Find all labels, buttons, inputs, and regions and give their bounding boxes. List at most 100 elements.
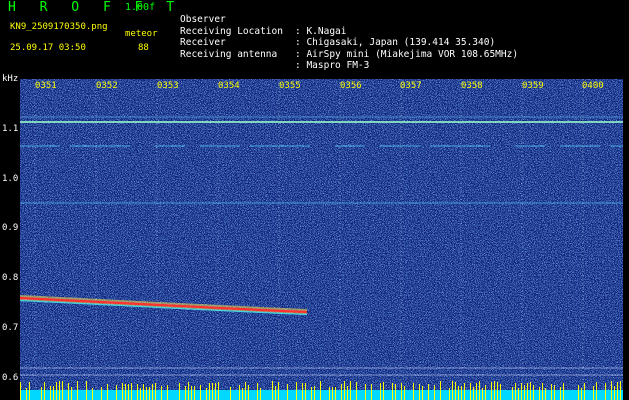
- y-tick-label: 0.6: [2, 373, 19, 383]
- bottom-tick: [551, 384, 552, 400]
- bottom-tick: [167, 385, 168, 400]
- bottom-tick: [53, 386, 54, 400]
- bottom-tick: [473, 387, 474, 400]
- datetime-label: 25.09.17 03:50: [10, 43, 86, 53]
- bottom-tick: [50, 386, 51, 400]
- bottom-tick: [185, 386, 186, 400]
- bottom-tick: [272, 381, 273, 400]
- bottom-tick: [200, 385, 201, 400]
- bottom-tick: [380, 383, 381, 400]
- spectrogram-canvas: [20, 79, 623, 400]
- bottom-tick: [107, 384, 108, 400]
- bottom-tick: [593, 386, 594, 400]
- bottom-tick: [515, 383, 516, 400]
- x-tick-label: 0356: [340, 81, 362, 91]
- bottom-tick: [122, 383, 123, 400]
- bottom-tick: [212, 383, 213, 400]
- bottom-tick: [191, 386, 192, 400]
- spectrogram: [20, 79, 623, 400]
- y-tick-label: 0.7: [2, 323, 19, 333]
- bottom-tick: [215, 383, 216, 400]
- bottom-tick: [152, 384, 153, 400]
- bottom-tick: [560, 387, 561, 400]
- header-panel: H R O F F T 1.00f KN9_2509170350.png met…: [0, 0, 629, 76]
- bottom-tick: [41, 387, 42, 400]
- bottom-tick: [491, 382, 492, 400]
- bottom-tick: [422, 386, 423, 400]
- x-tick-label: 0357: [400, 81, 422, 91]
- bottom-tick: [518, 388, 519, 400]
- bottom-tick: [500, 384, 501, 400]
- bottom-tick: [530, 382, 531, 400]
- bottom-tick: [56, 382, 57, 400]
- bottom-tick: [311, 387, 312, 400]
- x-tick-label: 0358: [461, 81, 483, 91]
- bottom-tick: [146, 387, 147, 400]
- bottom-tick: [563, 383, 564, 400]
- x-tick-label: 0355: [279, 81, 301, 91]
- bottom-tick: [275, 386, 276, 400]
- y-tick-label: 0.9: [2, 223, 19, 233]
- bottom-tick: [59, 381, 60, 400]
- bottom-tick: [26, 388, 27, 400]
- right-border: [623, 79, 629, 400]
- info-row-observer: Observer : K.Nagai: [180, 3, 346, 36]
- info-value: : Chigasaki, Japan (139.414 35.340): [295, 37, 496, 49]
- info-value: : Maspro FM-3: [295, 59, 370, 71]
- x-tick-label: 0351: [35, 81, 57, 91]
- bottom-tick: [278, 382, 279, 400]
- bottom-tick: [179, 383, 180, 400]
- y-tick-label: 1.1: [2, 124, 19, 134]
- bottom-tick: [77, 381, 78, 400]
- bottom-tick: [413, 383, 414, 400]
- bottom-tick: [620, 381, 621, 400]
- bottom-tick: [440, 381, 441, 400]
- bottom-tick: [194, 386, 195, 400]
- bottom-tick: [188, 382, 189, 400]
- bottom-tick: [44, 382, 45, 400]
- bottom-tick: [242, 388, 243, 400]
- x-tick-label: 0352: [96, 81, 118, 91]
- bottom-tick: [149, 387, 150, 400]
- bottom-tick: [512, 387, 513, 400]
- bottom-tick: [371, 384, 372, 400]
- bottom-tick: [470, 383, 471, 400]
- bottom-tick: [428, 384, 429, 400]
- bottom-tick: [347, 386, 348, 400]
- bottom-tick: [86, 381, 87, 400]
- y-axis-unit: kHz: [2, 74, 19, 84]
- bottom-tick: [464, 383, 465, 400]
- bottom-tick: [581, 388, 582, 400]
- bottom-tick: [68, 383, 69, 400]
- bottom-tick: [29, 382, 30, 400]
- bottom-tick: [482, 388, 483, 400]
- bottom-tick: [611, 381, 612, 400]
- filename-label: KN9_2509170350.png: [10, 22, 108, 32]
- bottom-tick: [341, 384, 342, 400]
- bottom-tick: [521, 383, 522, 400]
- bottom-tick: [131, 383, 132, 400]
- bottom-tick: [320, 381, 321, 400]
- bottom-tick: [419, 384, 420, 400]
- bottom-tick: [248, 385, 249, 400]
- bottom-tick: [245, 382, 246, 400]
- bottom-tick: [497, 382, 498, 400]
- bottom-tick: [395, 384, 396, 400]
- bottom-tick: [230, 387, 231, 400]
- bottom-tick: [305, 383, 306, 400]
- bottom-tick: [209, 383, 210, 400]
- bottom-tick: [533, 385, 534, 400]
- bottom-tick: [140, 388, 141, 400]
- bottom-bar: [20, 390, 623, 400]
- bottom-tick: [20, 382, 21, 400]
- info-row-antenna: Receiving antenna : Maspro FM-3: [180, 37, 369, 71]
- bottom-tick: [434, 385, 435, 400]
- bottom-tick: [365, 384, 366, 400]
- bottom-tick: [494, 381, 495, 400]
- bottom-tick: [461, 386, 462, 400]
- bottom-tick: [479, 381, 480, 400]
- bottom-tick: [344, 381, 345, 400]
- bottom-tick: [617, 382, 618, 400]
- info-row-receiver: Receiver : AirSpy mini (Miakejima VOR 10…: [180, 26, 518, 59]
- info-row-location: Receiving Location : Chigasaki, Japan (1…: [180, 14, 495, 48]
